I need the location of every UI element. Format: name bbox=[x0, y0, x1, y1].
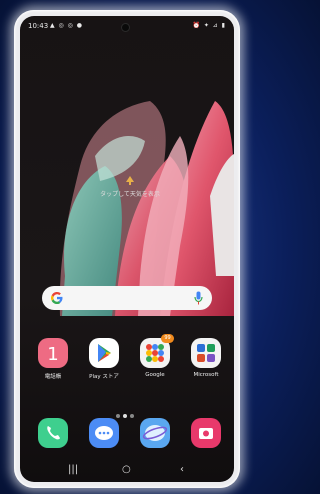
wallpaper bbox=[59, 101, 234, 316]
mic-icon[interactable] bbox=[194, 291, 203, 305]
app-play-store[interactable]: Play ストア bbox=[86, 338, 122, 386]
dock bbox=[20, 418, 234, 454]
navigation-bar: ||| ○ ‹ bbox=[20, 460, 234, 482]
page-indicator[interactable] bbox=[116, 403, 138, 418]
app-label: Microsoft bbox=[193, 372, 219, 378]
phone-icon[interactable] bbox=[38, 418, 68, 448]
contacts-icon: 1 bbox=[38, 338, 68, 368]
weather-text: タップして天気を表示 bbox=[100, 191, 160, 198]
camera-icon[interactable] bbox=[191, 418, 221, 448]
front-camera bbox=[122, 24, 129, 31]
app-label: 電話帳 bbox=[44, 374, 62, 380]
app-row: 1 電話帳 Play ストア 99 Google Microsoft bbox=[20, 334, 234, 386]
status-time: 10:43 bbox=[28, 22, 49, 30]
google-search-bar[interactable] bbox=[42, 286, 212, 310]
app-label: Google bbox=[145, 372, 165, 378]
phone-frame: 10:43 ▲ ◎ ◎ ● ⏰ ✦ ⊿ ▮ タップして天気を表示 1 電話帳 P… bbox=[14, 10, 240, 488]
notification-icons: ▲ ◎ ◎ ● bbox=[50, 22, 84, 29]
messages-icon[interactable] bbox=[89, 418, 119, 448]
weather-pin-icon bbox=[126, 176, 134, 185]
app-contacts[interactable]: 1 電話帳 bbox=[35, 338, 71, 386]
home-button[interactable]: ○ bbox=[122, 464, 131, 475]
svg-text:1: 1 bbox=[47, 344, 58, 365]
app-label: Play ストア bbox=[89, 374, 119, 380]
internet-icon[interactable] bbox=[140, 418, 170, 448]
home-screen: 10:43 ▲ ◎ ◎ ● ⏰ ✦ ⊿ ▮ タップして天気を表示 1 電話帳 P… bbox=[20, 16, 234, 482]
notification-badge: 99 bbox=[161, 334, 174, 343]
microsoft-folder-icon bbox=[191, 338, 221, 368]
back-button[interactable]: ‹ bbox=[180, 464, 184, 475]
play-store-icon bbox=[89, 338, 119, 368]
weather-widget[interactable]: タップして天気を表示 bbox=[60, 176, 200, 206]
app-microsoft-folder[interactable]: Microsoft bbox=[188, 338, 224, 386]
google-folder-icon: 99 bbox=[140, 334, 174, 368]
app-google-folder[interactable]: 99 Google bbox=[137, 334, 174, 386]
google-g-icon bbox=[51, 292, 63, 304]
status-indicators: ⏰ ✦ ⊿ ▮ bbox=[192, 22, 226, 29]
recents-button[interactable]: ||| bbox=[68, 464, 78, 475]
